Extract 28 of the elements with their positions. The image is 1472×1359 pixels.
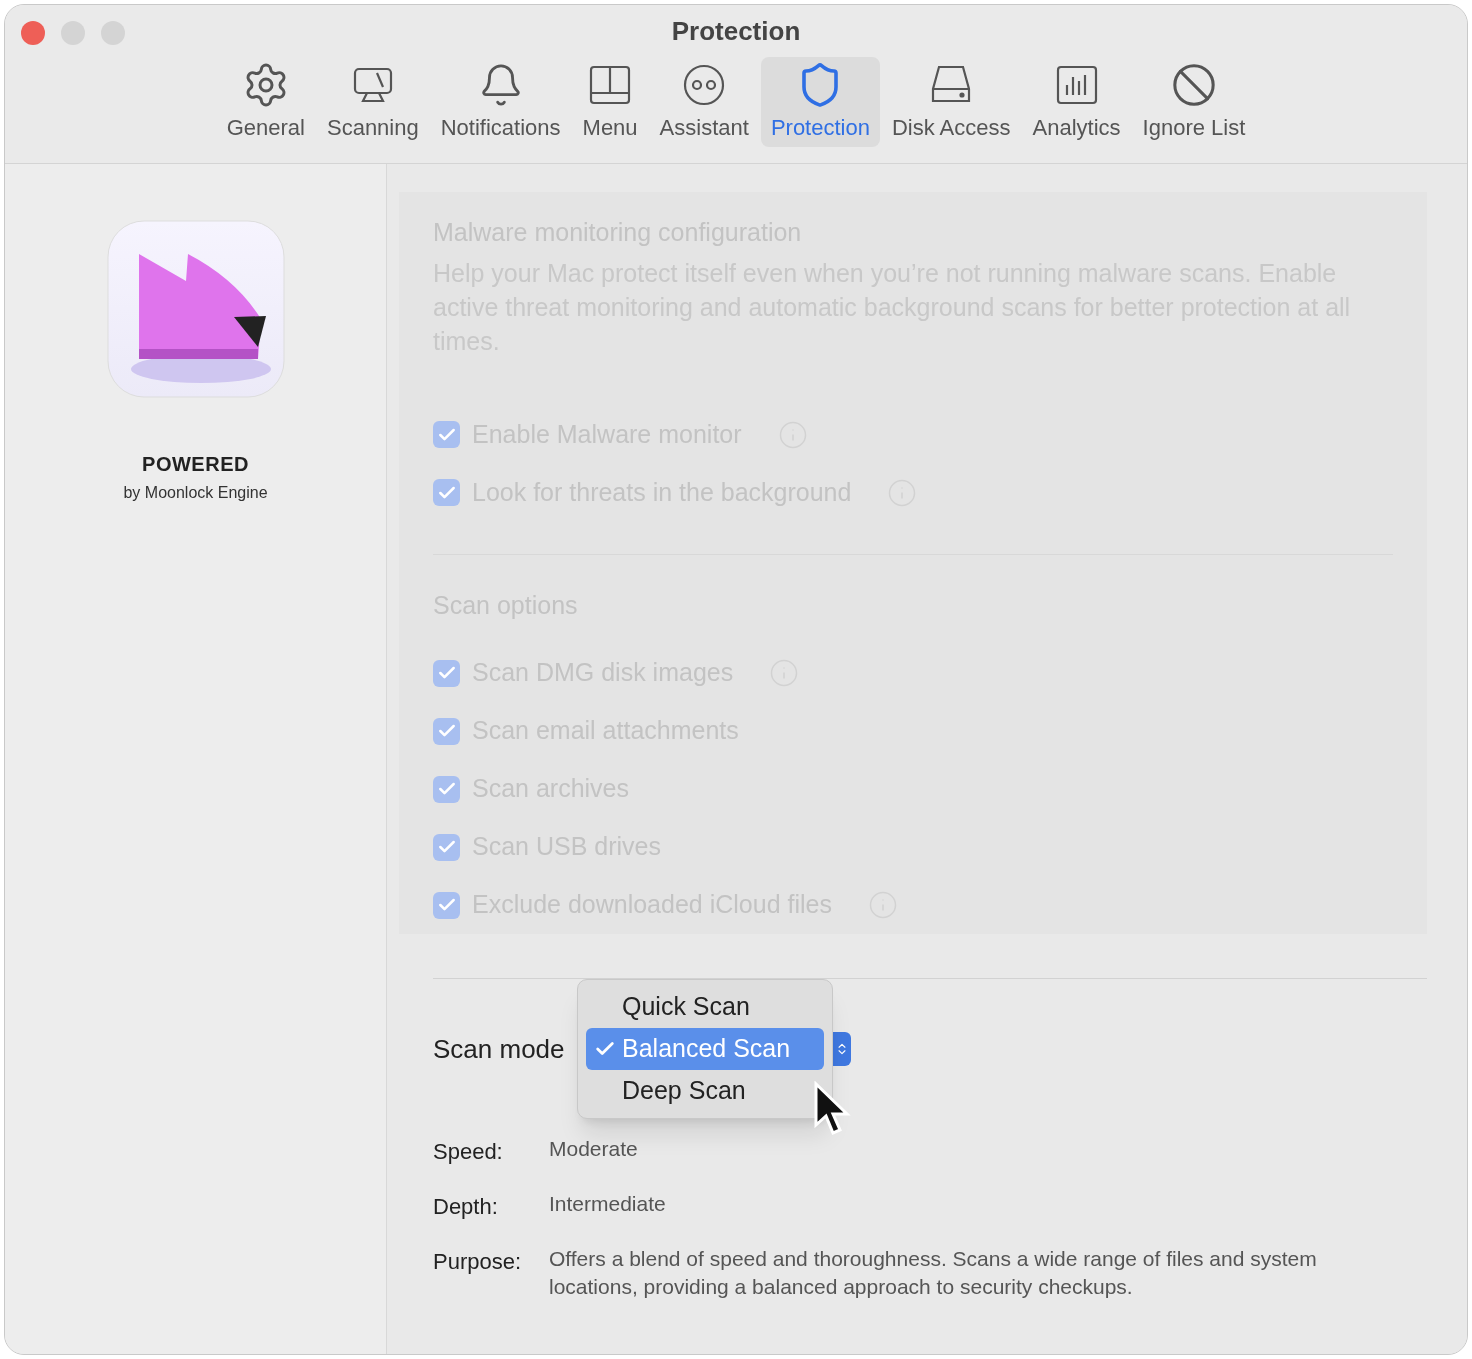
- detail-label: Purpose:: [433, 1248, 523, 1276]
- detail-value: Moderate: [549, 1136, 638, 1162]
- toolbar-tab[interactable]: Assistant: [649, 57, 759, 147]
- powered-title: POWERED: [142, 452, 249, 477]
- toolbar-tab[interactable]: Protection: [760, 57, 880, 147]
- engine-caption: by Moonlock Engine: [123, 483, 268, 503]
- menu-item[interactable]: Balanced Scan: [586, 1028, 824, 1070]
- toolbar-tab[interactable]: Analytics: [1022, 57, 1131, 147]
- detail-label: Depth:: [433, 1193, 499, 1221]
- toolbar-tab[interactable]: Disk Access: [881, 57, 1021, 147]
- mouse-pointer-icon: [813, 1081, 853, 1137]
- toolbar-tab[interactable]: Notifications: [430, 57, 571, 147]
- detail-label: Speed:: [433, 1138, 504, 1166]
- window-title: Protection: [671, 14, 801, 48]
- prohibited-icon: [1170, 62, 1217, 108]
- menu-item[interactable]: Quick Scan: [586, 986, 824, 1028]
- toolbar-tab[interactable]: General: [216, 57, 315, 147]
- bar-chart-icon: [1054, 63, 1099, 107]
- layout-icon: [588, 63, 633, 107]
- toolbar-tab[interactable]: Menu: [572, 57, 648, 147]
- toolbar-tab[interactable]: Ignore List: [1132, 57, 1256, 147]
- scan-mode-label: Scan mode: [433, 1032, 566, 1066]
- detail-value: Offers a blend of speed and thoroughness. Scans a wide range of files and system locations, providing a balanced approach to security checkups.: [549, 1246, 1318, 1300]
- popup-stepper-icon[interactable]: [833, 1032, 851, 1066]
- toolbar-tab[interactable]: Scanning: [316, 57, 429, 147]
- detail-value: Intermediate: [549, 1191, 666, 1217]
- face-circle-icon: [682, 63, 727, 107]
- close-button[interactable]: [21, 21, 45, 45]
